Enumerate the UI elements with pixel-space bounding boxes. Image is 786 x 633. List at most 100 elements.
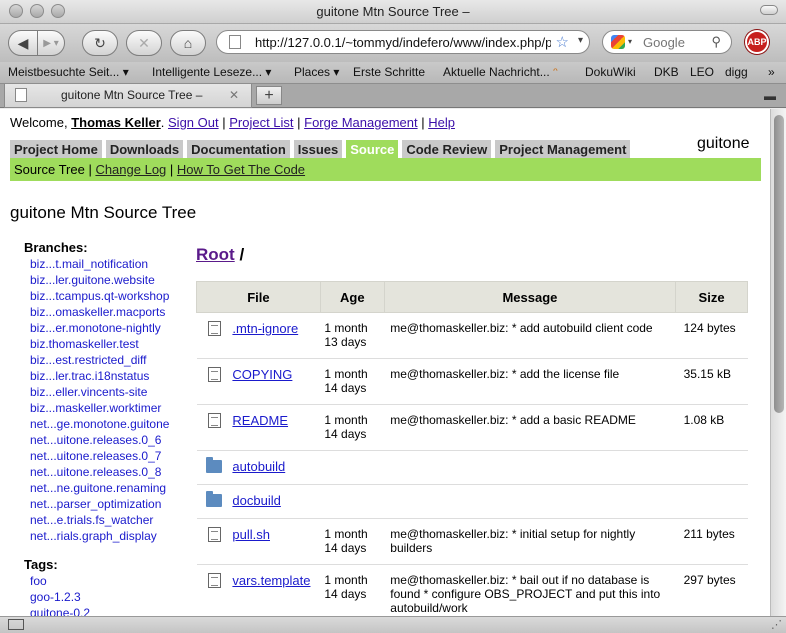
reload-button[interactable]: ↻	[82, 30, 118, 56]
bookmark-star-icon[interactable]: ☆	[556, 33, 569, 51]
page-viewport: Welcome, Thomas Keller. Sign Out | Proje…	[0, 109, 770, 616]
status-icon	[8, 619, 24, 630]
tab-code-review[interactable]: Code Review	[402, 140, 492, 159]
tab-source[interactable]: Source	[346, 140, 399, 159]
folder-icon	[206, 457, 223, 473]
stop-button[interactable]: ✕	[126, 30, 162, 56]
branches-header: Branches:	[24, 240, 88, 255]
bookmark-item[interactable]: DokuWiki	[585, 65, 636, 79]
branch-link[interactable]: net...rials.graph_display	[24, 528, 196, 544]
bookmark-item[interactable]: DKB	[654, 65, 679, 79]
branch-link[interactable]: net...e.trials.fs_watcher	[24, 512, 196, 528]
adblock-plus-button[interactable]: ABP	[745, 30, 769, 54]
subnav-source-tree: Source Tree	[14, 162, 85, 177]
url-text[interactable]: http://127.0.0.1/~tommyd/indefero/www/in…	[255, 35, 551, 50]
branch-link[interactable]: net...ne.guitone.renaming	[24, 480, 196, 496]
tab-project-home[interactable]: Project Home	[10, 140, 102, 159]
tab-list-icon[interactable]: ▬	[764, 89, 776, 103]
column-header-message: Message	[383, 281, 677, 313]
google-icon[interactable]	[611, 35, 625, 49]
breadcrumb-root-link[interactable]: Root	[196, 245, 235, 264]
user-links: Welcome, Thomas Keller. Sign Out | Proje…	[10, 115, 455, 130]
branch-link[interactable]: net...ge.monotone.guitone	[24, 416, 196, 432]
branch-link[interactable]: biz...t.mail_notification	[24, 256, 196, 272]
forward-button[interactable]: ▶ ▾	[37, 30, 65, 56]
subnav-change-log[interactable]: Change Log	[95, 162, 166, 177]
branch-link[interactable]: net...uitone.releases.0_6	[24, 432, 196, 448]
file-link[interactable]: pull.sh	[232, 527, 270, 542]
user-name[interactable]: Thomas Keller	[71, 115, 161, 130]
bookmark-item[interactable]: digg	[725, 65, 748, 79]
tab-project-management[interactable]: Project Management	[495, 140, 631, 159]
back-button[interactable]: ◀	[8, 30, 38, 56]
search-icon[interactable]: ⚲	[711, 34, 721, 50]
branch-link[interactable]: biz...est.restricted_diff	[24, 352, 196, 368]
age-value: 13 days	[324, 335, 367, 349]
search-input[interactable]	[643, 34, 705, 50]
subnav-how-to[interactable]: How To Get The Code	[177, 162, 305, 177]
table-row: vars.template 1 month 14 days me@thomaske…	[196, 564, 748, 616]
branch-link[interactable]: biz...ler.guitone.website	[24, 272, 196, 288]
search-engine-dropdown-icon[interactable]: ▾	[628, 37, 632, 46]
tag-link[interactable]: guitone-0.2	[24, 605, 196, 616]
age-value: 14 days	[324, 587, 367, 601]
forge-management-link[interactable]: Forge Management	[304, 115, 417, 130]
source-subnav: Source Tree | Change Log | How To Get Th…	[10, 158, 761, 181]
file-link[interactable]: README	[232, 413, 288, 428]
new-tab-button[interactable]: +	[256, 86, 282, 105]
branch-link[interactable]: biz...maskeller.worktimer	[24, 400, 196, 416]
bookmark-item[interactable]: Places ▾	[294, 65, 339, 79]
branch-link[interactable]: net...uitone.releases.0_7	[24, 448, 196, 464]
branch-link[interactable]: biz...er.monotone-nightly	[24, 320, 196, 336]
bookmark-item[interactable]: Intelligente Leseze... ▾	[152, 65, 271, 79]
toolbar-toggle-button[interactable]	[760, 5, 778, 15]
browser-tab[interactable]: guitone Mtn Source Tree – ✕	[4, 84, 252, 108]
table-row: README 1 month 14 days me@thomaskeller.bi…	[196, 404, 748, 451]
file-link[interactable]: vars.template	[232, 573, 310, 588]
bookmark-item[interactable]: Meistbesuchte Seit... ▾	[8, 65, 129, 79]
status-bar: ⋰	[0, 616, 786, 633]
branch-link[interactable]: biz...omaskeller.macports	[24, 304, 196, 320]
age-value: 1 month	[324, 413, 368, 427]
bookmark-item[interactable]: Erste Schritte	[353, 65, 425, 79]
tab-downloads[interactable]: Downloads	[105, 140, 184, 159]
branch-link[interactable]: biz...eller.vincents-site	[24, 384, 196, 400]
bookmark-item[interactable]: Aktuelle Nachricht... ᵔ	[443, 65, 558, 79]
address-bar[interactable]: http://127.0.0.1/~tommyd/indefero/www/in…	[216, 30, 590, 54]
vertical-scrollbar[interactable]	[770, 109, 786, 616]
scrollbar-thumb[interactable]	[774, 115, 784, 413]
breadcrumb-separator: /	[239, 245, 245, 264]
sign-out-link[interactable]: Sign Out	[168, 115, 219, 130]
url-dropdown-icon[interactable]: ▾	[578, 35, 583, 46]
file-link[interactable]: COPYING	[232, 367, 292, 382]
forward-arrow-icon: ▶ ▾	[43, 37, 59, 49]
branch-link[interactable]: biz.thomaskeller.test	[24, 336, 196, 352]
branch-link[interactable]: biz...ler.trac.i18nstatus	[24, 368, 196, 384]
bookmarks-overflow-icon[interactable]: »	[768, 65, 775, 79]
file-size: 297 bytes	[675, 564, 748, 616]
folder-link[interactable]: autobuild	[232, 459, 285, 474]
file-link[interactable]: .mtn-ignore	[232, 321, 298, 336]
project-name: guitone	[697, 135, 750, 152]
help-link[interactable]: Help	[428, 115, 455, 130]
tab-documentation[interactable]: Documentation	[187, 140, 290, 159]
bookmark-item[interactable]: LEO	[690, 65, 714, 79]
branch-link[interactable]: net...uitone.releases.0_8	[24, 464, 196, 480]
commit-message: me@thomaskeller.biz: * initial setup for…	[384, 518, 676, 565]
branches-list: Branches: biz...t.mail_notification biz.…	[24, 240, 196, 544]
tag-link[interactable]: foo	[24, 573, 196, 589]
tab-issues[interactable]: Issues	[293, 140, 343, 159]
tag-link[interactable]: goo-1.2.3	[24, 589, 196, 605]
file-icon	[207, 367, 221, 382]
age-value: 14 days	[324, 427, 367, 441]
window-title: guitone Mtn Source Tree –	[316, 4, 470, 19]
project-list-link[interactable]: Project List	[229, 115, 293, 130]
close-tab-icon[interactable]: ✕	[229, 88, 239, 102]
branch-link[interactable]: net...parser_optimization	[24, 496, 196, 512]
folder-link[interactable]: docbuild	[232, 493, 280, 508]
home-button[interactable]: ⌂	[170, 30, 206, 56]
branch-link[interactable]: biz...tcampus.qt-workshop	[24, 288, 196, 304]
age-value: 1 month	[324, 527, 368, 541]
resize-grip-icon[interactable]: ⋰	[771, 618, 782, 631]
search-bar[interactable]: ▾ ⚲	[602, 30, 732, 54]
